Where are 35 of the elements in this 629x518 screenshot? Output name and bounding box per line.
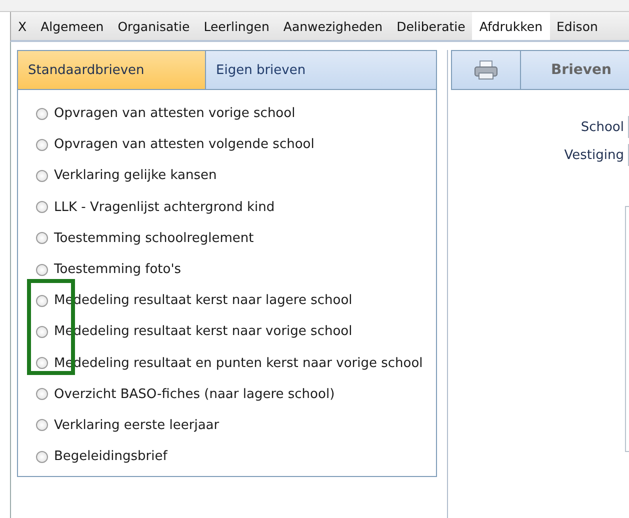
- menu-tab[interactable]: Leerlingen: [196, 12, 276, 40]
- menu-tab[interactable]: Algemeen: [34, 12, 111, 40]
- radio-button[interactable]: [36, 232, 48, 244]
- radio-button[interactable]: [36, 170, 48, 182]
- menu-tab[interactable]: Afdrukken: [472, 12, 550, 40]
- radio-button[interactable]: [36, 138, 48, 151]
- radio-button[interactable]: [36, 108, 48, 120]
- radio-label[interactable]: Toestemming schoolreglement: [54, 230, 254, 246]
- radio-button[interactable]: [36, 357, 48, 370]
- radio-button[interactable]: [36, 419, 48, 432]
- radio-label[interactable]: LLK - Vragenlijst achtergrond kind: [54, 200, 275, 215]
- menu-tab[interactable]: Aanwezigheden: [276, 12, 390, 40]
- radio-button[interactable]: [36, 294, 48, 307]
- field-label: School: [580, 120, 624, 134]
- letter-tab[interactable]: Standaardbrieven: [18, 51, 206, 89]
- radio-label[interactable]: Opvragen van attesten volgende school: [54, 137, 314, 152]
- radio-button[interactable]: [36, 388, 48, 400]
- menu-tab[interactable]: Deliberatie: [390, 12, 472, 40]
- panel-title: Brieven: [550, 61, 612, 80]
- radio-label[interactable]: Begeleidingsbrief: [54, 449, 168, 464]
- radio-button[interactable]: [36, 450, 48, 463]
- radio-label[interactable]: Verklaring gelijke kansen: [54, 168, 217, 184]
- radio-label[interactable]: Toestemming foto's: [54, 262, 182, 278]
- letter-tab[interactable]: Eigen brieven: [206, 51, 436, 89]
- radio-label[interactable]: Overzicht BASO-fiches (naar lagere school): [54, 386, 335, 402]
- radio-button[interactable]: [36, 326, 48, 338]
- radio-label[interactable]: Opvragen van attesten vorige school: [54, 106, 296, 122]
- radio-button[interactable]: [36, 201, 48, 214]
- menu-tab[interactable]: Edison: [550, 12, 605, 40]
- menu-tab[interactable]: Organisatie: [110, 12, 197, 40]
- menu-tab[interactable]: X: [11, 12, 34, 40]
- radio-label[interactable]: Verklaring eerste leerjaar: [54, 418, 220, 433]
- radio-button[interactable]: [36, 264, 48, 276]
- printer-icon[interactable]: [474, 60, 498, 80]
- field-label: Vestiging: [564, 148, 624, 162]
